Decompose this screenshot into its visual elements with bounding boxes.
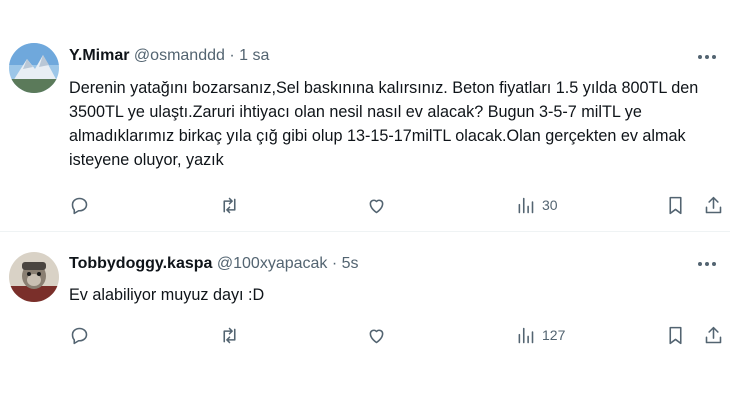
like-button[interactable] bbox=[366, 193, 387, 217]
tweet-text: Derenin yatağını bozarsanız,Sel baskının… bbox=[69, 79, 699, 169]
bookmark-icon bbox=[669, 326, 682, 344]
retweet-button[interactable] bbox=[219, 193, 240, 217]
separator: · bbox=[331, 255, 338, 272]
views-button[interactable]: 30 bbox=[515, 193, 558, 217]
reply-button[interactable] bbox=[69, 193, 90, 217]
more-icon[interactable] bbox=[696, 254, 718, 274]
avatar[interactable] bbox=[9, 43, 59, 93]
timestamp[interactable]: 5s bbox=[342, 255, 359, 272]
user-handle[interactable]: @100xyapacak bbox=[217, 255, 328, 272]
share-button[interactable] bbox=[703, 193, 724, 217]
tweet-header: Tobbydoggy.kaspa @100xyapacak · 5s bbox=[69, 255, 359, 273]
tweet-text: Ev alabiliyor muyuz dayı :D bbox=[69, 286, 265, 304]
tweet-actions: 30 bbox=[69, 193, 723, 217]
like-icon bbox=[369, 329, 384, 343]
share-icon bbox=[705, 196, 722, 213]
tweet-header: Y.Mimar @osmanddd · 1 sa bbox=[69, 47, 269, 65]
tweet[interactable]: Y.Mimar @osmanddd · 1 sa Derenin yatağın… bbox=[0, 0, 730, 232]
retweet-icon bbox=[223, 197, 236, 213]
views-icon bbox=[518, 197, 534, 213]
reply-icon bbox=[71, 197, 88, 214]
views-count: 30 bbox=[542, 197, 558, 213]
views-count: 127 bbox=[542, 327, 566, 343]
views-icon bbox=[518, 327, 534, 343]
tweet-actions: 127 bbox=[69, 323, 723, 347]
display-name[interactable]: Tobbydoggy.kaspa bbox=[69, 255, 212, 272]
bookmark-button[interactable] bbox=[665, 323, 686, 347]
user-handle[interactable]: @osmanddd bbox=[134, 47, 225, 64]
bookmark-button[interactable] bbox=[665, 193, 686, 217]
like-button[interactable] bbox=[366, 323, 387, 347]
separator: · bbox=[229, 47, 235, 64]
more-icon[interactable] bbox=[696, 47, 718, 67]
share-icon bbox=[705, 326, 722, 343]
retweet-button[interactable] bbox=[219, 323, 240, 347]
like-icon bbox=[369, 199, 384, 213]
views-button[interactable]: 127 bbox=[515, 323, 565, 347]
tweet[interactable]: Tobbydoggy.kaspa @100xyapacak · 5s Ev al… bbox=[0, 232, 730, 362]
retweet-icon bbox=[223, 327, 236, 343]
reply-icon bbox=[71, 327, 88, 344]
display-name[interactable]: Y.Mimar bbox=[69, 47, 129, 64]
reply-button[interactable] bbox=[69, 323, 90, 347]
avatar[interactable] bbox=[9, 252, 59, 302]
share-button[interactable] bbox=[703, 323, 724, 347]
bookmark-icon bbox=[669, 196, 682, 214]
timestamp[interactable]: 1 sa bbox=[239, 47, 269, 64]
